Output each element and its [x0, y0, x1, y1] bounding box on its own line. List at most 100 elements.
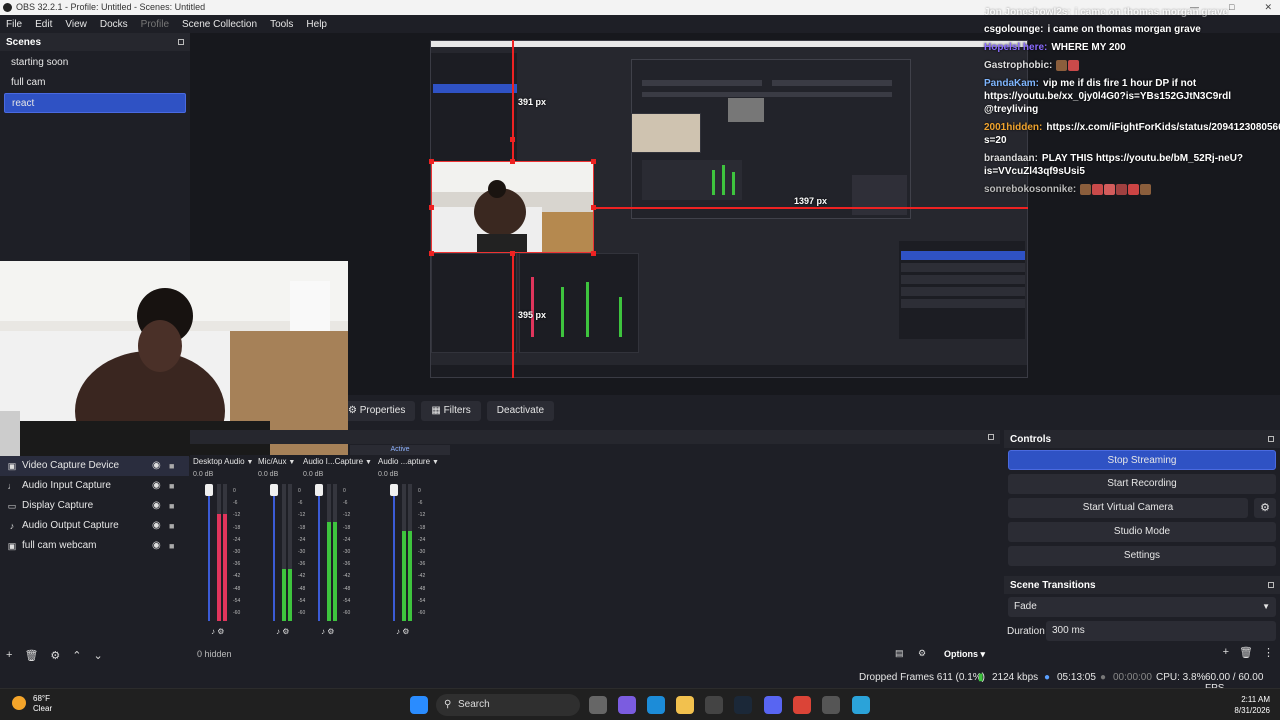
transition-select[interactable]: Fade ▼ [1008, 597, 1276, 617]
move-up-icon[interactable]: ⌃ [72, 649, 81, 662]
eye-icon[interactable]: ◉ [152, 456, 161, 476]
copilot-icon[interactable] [618, 696, 636, 714]
channel-settings-icon[interactable]: ⚙ [325, 627, 334, 636]
db-tick: 0 [233, 488, 236, 494]
menu-profile[interactable]: Profile [141, 19, 169, 30]
menu-edit[interactable]: Edit [35, 19, 52, 30]
chat-message: Hopelsl here: WHERE MY 200 [984, 41, 1280, 54]
undock-icon[interactable] [1268, 582, 1274, 588]
eye-icon[interactable]: ◉ [152, 536, 161, 556]
level-meter [223, 484, 227, 621]
start-virtual-camera-button[interactable]: Start Virtual Camera [1008, 498, 1248, 518]
taskbar-search[interactable]: ⚲ Search [436, 694, 580, 716]
source-item[interactable]: ♩ Audio Input Capture ◉ ■ [0, 476, 189, 496]
volume-fader-knob[interactable] [205, 484, 213, 496]
duration-spinbox[interactable]: 300 ms [1046, 621, 1276, 641]
virtual-camera-gear-icon[interactable]: ⚙ [1254, 498, 1276, 518]
scene-item-react[interactable]: react [4, 93, 186, 113]
eye-icon[interactable]: ◉ [152, 476, 161, 496]
source-item[interactable]: ▣ full cam webcam ◉ ■ [0, 536, 189, 556]
layout-icon[interactable]: ▤ [895, 648, 904, 659]
deactivate-button[interactable]: Deactivate [486, 401, 555, 421]
resize-handle-t[interactable] [510, 159, 515, 164]
undock-icon[interactable] [988, 434, 994, 440]
nested-sources [431, 253, 517, 353]
trash-icon[interactable]: 🗑 [24, 649, 38, 662]
move-down-icon[interactable]: ⌄ [94, 649, 103, 662]
menu-docks[interactable]: Docks [100, 19, 128, 30]
menu-file[interactable]: File [6, 19, 22, 30]
eye-icon[interactable]: ◉ [152, 496, 161, 516]
obs-icon[interactable] [822, 696, 840, 714]
settings-button[interactable]: Settings [1008, 546, 1276, 566]
scene-item-starting-soon[interactable]: starting soon [4, 53, 186, 73]
add-icon[interactable]: + [1223, 646, 1229, 659]
resize-handle-b[interactable] [510, 251, 515, 256]
gear-icon[interactable]: ⚙ [50, 649, 60, 662]
volume-fader-track[interactable] [393, 484, 395, 621]
mixer-active-tab[interactable]: Active [350, 445, 450, 455]
volume-fader-knob[interactable] [270, 484, 278, 496]
undock-icon[interactable] [178, 39, 184, 45]
menu-help[interactable]: Help [306, 19, 327, 30]
rotation-handle[interactable] [510, 137, 515, 142]
steam-icon[interactable] [734, 696, 752, 714]
mixer-settings-icon[interactable]: ⚙ [918, 648, 926, 659]
discord-icon[interactable] [764, 696, 782, 714]
react-video-source[interactable] [431, 161, 594, 253]
trash-icon[interactable]: 🗑 [1239, 646, 1253, 659]
resize-handle-bl[interactable] [429, 251, 434, 256]
channel-name[interactable]: Audio ...apture ▼ [378, 455, 439, 469]
source-item[interactable]: ▭ Display Capture ◉ ■ [0, 496, 189, 516]
menu-tools[interactable]: Tools [270, 19, 293, 30]
eye-icon[interactable]: ◉ [152, 516, 161, 536]
filters-button[interactable]: ▦ Filters [421, 401, 481, 421]
clock[interactable]: 2:11 AM 8/31/2026 [1234, 694, 1270, 716]
store-icon[interactable] [705, 696, 723, 714]
volume-fader-track[interactable] [208, 484, 210, 621]
volume-fader-track[interactable] [273, 484, 275, 621]
channel-name[interactable]: Audio I...Capture ▼ [303, 455, 372, 469]
add-icon[interactable]: + [6, 649, 12, 661]
lock-icon[interactable]: ■ [169, 456, 174, 476]
channel-name[interactable]: Desktop Audio ▼ [193, 455, 253, 469]
app-icon[interactable] [852, 696, 870, 714]
more-icon[interactable]: ⋮ [1263, 646, 1274, 659]
task-view-icon[interactable] [589, 696, 607, 714]
windows-start-icon[interactable] [410, 696, 428, 714]
chat-message: 2001hidden: https://x.com/iFightForKids/s… [984, 121, 1280, 147]
resize-handle-tr[interactable] [591, 159, 596, 164]
lock-icon[interactable]: ■ [169, 516, 174, 536]
db-tick: -12 [233, 512, 241, 519]
resize-handle-r[interactable] [591, 205, 596, 210]
edge-icon[interactable] [647, 696, 665, 714]
lock-icon[interactable]: ■ [169, 496, 174, 516]
channel-settings-icon[interactable]: ⚙ [215, 627, 224, 636]
menu-scene-collection[interactable]: Scene Collection [182, 19, 257, 30]
chat-username: Jon Jonesbowl2s: [984, 7, 1071, 18]
volume-fader-knob[interactable] [315, 484, 323, 496]
channel-settings-icon[interactable]: ⚙ [280, 627, 289, 636]
volume-fader-track[interactable] [318, 484, 320, 621]
chrome-icon[interactable] [793, 696, 811, 714]
gear-icon: ⚙ [348, 405, 357, 416]
studio-mode-button[interactable]: Studio Mode [1008, 522, 1276, 542]
bitrate: 2124 kbps [992, 672, 1039, 683]
lock-icon[interactable]: ■ [169, 476, 174, 496]
properties-button[interactable]: ⚙ Properties [348, 401, 416, 421]
file-explorer-icon[interactable] [676, 696, 694, 714]
resize-handle-l[interactable] [429, 205, 434, 210]
start-recording-button[interactable]: Start Recording [1008, 474, 1276, 494]
resize-handle-br[interactable] [591, 251, 596, 256]
volume-fader-knob[interactable] [390, 484, 398, 496]
source-item[interactable]: ▣ Video Capture Device ◉ ■ [0, 456, 189, 476]
lock-icon[interactable]: ■ [169, 536, 174, 556]
menu-view[interactable]: View [65, 19, 87, 30]
source-item[interactable]: ♪ Audio Output Capture ◉ ■ [0, 516, 189, 536]
scene-item-full-cam[interactable]: full cam [4, 73, 186, 93]
options-button[interactable]: Options ▾ [944, 649, 985, 660]
undock-icon[interactable] [1268, 436, 1274, 442]
stop-streaming-button[interactable]: Stop Streaming [1008, 450, 1276, 470]
resize-handle-tl[interactable] [429, 159, 434, 164]
channel-settings-icon[interactable]: ⚙ [400, 627, 409, 636]
